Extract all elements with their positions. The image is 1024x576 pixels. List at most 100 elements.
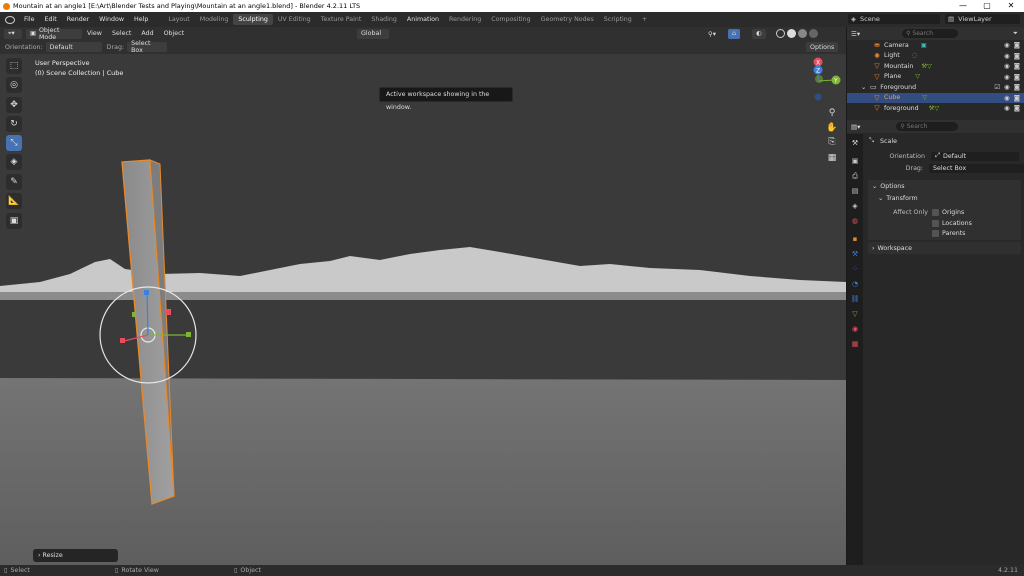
rendered-shading-icon[interactable] — [809, 29, 818, 38]
outliner-item-plane[interactable]: ▽ Plane ▽ ◉ ◙ — [847, 72, 1024, 83]
visibility-eye-icon[interactable]: ◉ — [1004, 73, 1010, 81]
physics-tab-icon[interactable]: ◔ — [849, 278, 861, 290]
visibility-eye-icon[interactable]: ◉ — [1004, 62, 1010, 70]
camera-view-icon[interactable]: ⎘ — [825, 135, 839, 149]
transform-subpanel-header[interactable]: ⌄ Transform — [868, 192, 1021, 204]
chevron-down-icon[interactable]: ⌄ — [861, 84, 866, 91]
visibility-eye-icon[interactable]: ◉ — [1004, 41, 1010, 49]
data-tab-icon[interactable]: ▽ — [849, 308, 861, 320]
cursor-tool-icon[interactable]: ◎ — [6, 77, 22, 93]
minimize-button[interactable]: — — [951, 0, 975, 12]
properties-editor-icon[interactable]: ▤▾ — [851, 123, 860, 131]
tab-rendering[interactable]: Rendering — [444, 14, 486, 25]
orientation-prop-dropdown[interactable]: ⤢ Default — [931, 151, 1019, 161]
measure-tool-icon[interactable]: 📐 — [6, 193, 22, 209]
render-tab-icon[interactable]: ▣ — [849, 155, 861, 167]
drag-prop-dropdown[interactable]: Select Box — [929, 163, 1024, 173]
render-camera-icon[interactable]: ◙ — [1014, 104, 1020, 112]
render-camera-icon[interactable]: ◙ — [1014, 52, 1020, 60]
wireframe-shading-icon[interactable] — [776, 29, 785, 38]
visibility-eye-icon[interactable]: ◉ — [1004, 94, 1010, 102]
object-tab-icon[interactable]: ▪ — [849, 233, 861, 245]
add-cube-tool-icon[interactable]: ▣ — [6, 213, 22, 229]
output-tab-icon[interactable]: ⎙ — [849, 170, 861, 182]
add-workspace-button[interactable]: + — [637, 14, 652, 25]
blender-logo-icon[interactable] — [5, 15, 15, 24]
tab-sculpting[interactable]: Sculpting — [233, 14, 273, 25]
gizmo-x-handle[interactable] — [120, 338, 125, 343]
render-camera-icon[interactable]: ◙ — [1014, 94, 1020, 102]
tab-shading[interactable]: Shading — [366, 14, 402, 25]
tab-uv-editing[interactable]: UV Editing — [273, 14, 316, 25]
render-camera-icon[interactable]: ◙ — [1014, 83, 1020, 91]
gizmo-neg-y-icon[interactable] — [815, 75, 823, 83]
view-layer-selector[interactable]: ▤ ViewLayer — [945, 14, 1020, 24]
modifiers-tab-icon[interactable]: ⚒ — [849, 248, 861, 260]
overlay-toggle-icon[interactable]: ⌂ — [728, 28, 740, 39]
visibility-eye-icon[interactable]: ◉ — [1004, 104, 1010, 112]
tab-scripting[interactable]: Scripting — [599, 14, 637, 25]
select-box-tool-icon[interactable]: ⬚ — [6, 58, 22, 74]
view-layer-tab-icon[interactable]: ▤ — [849, 185, 861, 197]
menu-file[interactable]: File — [19, 16, 40, 23]
object-menu[interactable]: Object — [159, 30, 190, 37]
outliner-item-foreground[interactable]: ▽ foreground ⚒▽ ◉ ◙ — [847, 103, 1024, 114]
material-shading-icon[interactable] — [798, 29, 807, 38]
locations-checkbox[interactable] — [932, 220, 939, 227]
last-operator-panel[interactable]: › Resize — [33, 549, 118, 562]
visibility-eye-icon[interactable]: ◉ — [1004, 83, 1010, 91]
xray-toggle-icon[interactable]: ◐ — [752, 28, 766, 39]
scene-tab-icon[interactable]: ◈ — [849, 200, 861, 212]
transform-tool-icon[interactable]: ◈ — [6, 154, 22, 170]
outliner-item-cube[interactable]: ▽ Cube ▽ ◉ ◙ — [847, 92, 1024, 103]
origins-checkbox[interactable] — [932, 209, 939, 216]
options-dropdown[interactable]: Options — [806, 42, 839, 52]
tab-compositing[interactable]: Compositing — [486, 14, 535, 25]
options-panel-header[interactable]: ⌄ Options — [868, 180, 1021, 192]
tab-geometry-nodes[interactable]: Geometry Nodes — [536, 14, 599, 25]
outliner-item-mountain[interactable]: ▽ Mountain ⚒▽ ◉ ◙ — [847, 61, 1024, 72]
editor-type-button[interactable]: ⌖▾ — [4, 28, 22, 39]
parents-checkbox[interactable] — [932, 230, 939, 237]
gizmo-y-handle[interactable] — [186, 332, 191, 337]
menu-help[interactable]: Help — [129, 16, 153, 23]
scale-tool-icon[interactable]: ⤡ — [6, 135, 22, 151]
outliner-item-light[interactable]: ✺ Light ◌ ◉ ◙ — [847, 51, 1024, 62]
solid-shading-icon[interactable] — [787, 29, 796, 38]
orientation-dropdown[interactable]: Default — [45, 42, 102, 52]
workspace-panel-header[interactable]: › Workspace — [868, 242, 1021, 254]
gizmo-plane-handle-red[interactable] — [166, 309, 171, 315]
pan-view-icon[interactable]: ✋ — [825, 121, 839, 135]
visibility-eye-icon[interactable]: ◉ — [1004, 52, 1010, 60]
rotate-tool-icon[interactable]: ↻ — [6, 116, 22, 132]
menu-window[interactable]: Window — [94, 16, 129, 23]
annotate-tool-icon[interactable]: ✎ — [6, 174, 22, 190]
move-tool-icon[interactable]: ✥ — [6, 97, 22, 113]
gizmo-plane-handle-green[interactable] — [132, 312, 136, 317]
render-camera-icon[interactable]: ◙ — [1014, 62, 1020, 70]
constraints-tab-icon[interactable]: ⛓ — [849, 293, 861, 305]
outliner-editor-icon[interactable]: ☰▾ — [851, 30, 860, 38]
render-camera-icon[interactable]: ◙ — [1014, 41, 1020, 49]
particles-tab-icon[interactable]: ⁘ — [849, 263, 861, 275]
render-camera-icon[interactable]: ◙ — [1014, 73, 1020, 81]
3d-viewport[interactable]: User Perspective (0) Scene Collection | … — [0, 54, 846, 565]
menu-edit[interactable]: Edit — [40, 16, 62, 23]
tool-tab-icon[interactable]: ⚒ — [849, 137, 861, 149]
transform-orientation-selector[interactable]: Global — [357, 28, 389, 39]
world-tab-icon[interactable]: ◍ — [849, 215, 861, 227]
drag-dropdown[interactable]: Select Box — [127, 40, 168, 54]
outliner-item-camera[interactable]: ⛂ Camera ▣ ◉ ◙ — [847, 40, 1024, 51]
gizmo-z-handle[interactable] — [144, 290, 149, 295]
scene-selector[interactable]: ◈ Scene — [848, 14, 940, 24]
tab-layout[interactable]: Layout — [163, 14, 194, 25]
close-button[interactable]: ✕ — [999, 0, 1023, 12]
outliner-item-foreground-collection[interactable]: ⌄ ▭ Foreground ☑ ◉ ◙ — [847, 82, 1024, 93]
view-menu[interactable]: View — [82, 30, 107, 37]
mode-selector[interactable]: ▣ Object Mode — [26, 27, 82, 41]
gizmo-neg-z-icon[interactable] — [814, 93, 822, 101]
filter-icon[interactable]: ⏷ — [1013, 29, 1018, 38]
texture-tab-icon[interactable]: ▦ — [849, 338, 861, 350]
material-tab-icon[interactable]: ◉ — [849, 323, 861, 335]
tab-texture-paint[interactable]: Texture Paint — [316, 14, 367, 25]
